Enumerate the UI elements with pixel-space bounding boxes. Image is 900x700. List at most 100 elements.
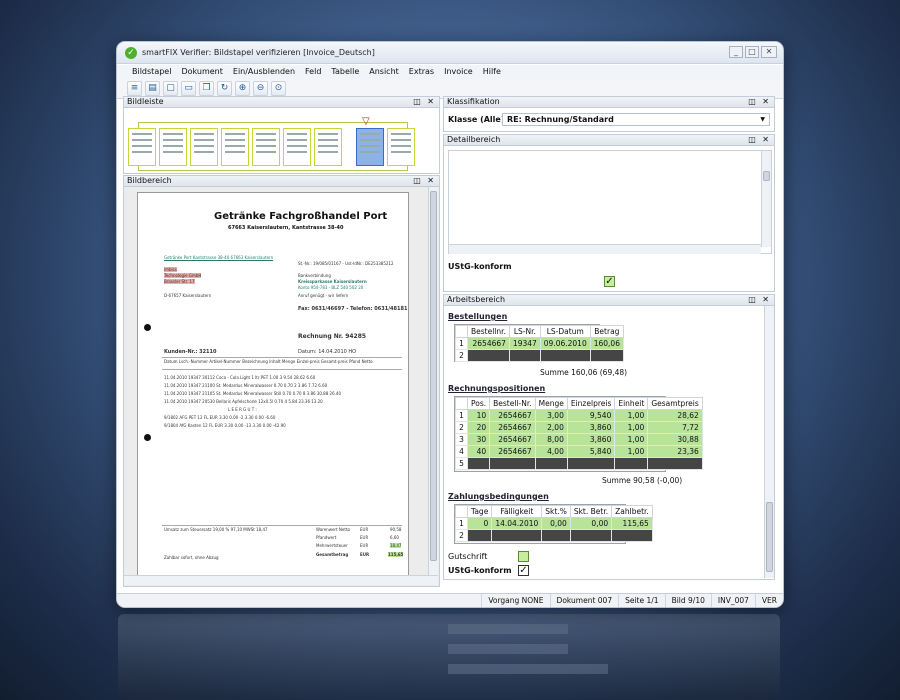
column-header[interactable]: Bestellnr. (467, 325, 510, 338)
image-scrollbar-horizontal[interactable] (124, 575, 438, 585)
table-cell[interactable]: 2654667 (489, 433, 536, 446)
table-cell[interactable]: 09.06.2010 (539, 337, 591, 350)
table-cell[interactable]: 2,00 (534, 421, 568, 434)
image-scrollbar-vertical[interactable] (428, 187, 438, 575)
column-header[interactable]: Skt.% (541, 505, 571, 518)
table-cell[interactable]: 20 (466, 421, 491, 434)
scrollbar-thumb[interactable] (766, 502, 773, 572)
table-cell[interactable] (541, 529, 571, 542)
zoom-out-icon[interactable]: ⊖ (253, 81, 268, 96)
klasse-select[interactable]: RE: Rechnung/Standard ▼ (502, 113, 770, 126)
table-cell[interactable] (508, 349, 541, 362)
table-cell[interactable]: 1,00 (614, 409, 649, 422)
panel-controls[interactable]: ◫ ✕ (748, 295, 771, 305)
column-header[interactable]: Einzelpreis (566, 397, 616, 410)
panel-controls[interactable]: ◫ ✕ (748, 97, 771, 107)
table-cell[interactable] (614, 457, 649, 470)
table-cell[interactable]: 2654667 (489, 445, 536, 458)
menu-invoice[interactable]: Invoice (439, 65, 478, 79)
scrollbar-thumb[interactable] (763, 171, 770, 181)
column-header[interactable]: Zahlbetr. (611, 505, 653, 518)
table-cell[interactable] (647, 457, 703, 470)
table-cell[interactable] (489, 457, 536, 470)
document-icon[interactable]: ▢ (163, 81, 178, 96)
column-header[interactable]: Bestell-Nr. (489, 397, 536, 410)
gutschrift-checkbox[interactable] (518, 551, 529, 562)
table-cell[interactable]: 2654667 (467, 337, 510, 350)
page-icon[interactable]: ▭ (181, 81, 196, 96)
table-cell[interactable] (466, 457, 491, 470)
stack-icon[interactable]: ≡ (127, 81, 142, 96)
menu-extras[interactable]: Extras (404, 65, 439, 79)
table-row[interactable]: 1 2654667 19347 09.06.2010 160,06 (455, 337, 624, 350)
table-row[interactable]: 5 (455, 457, 703, 470)
column-header[interactable]: Pos. (466, 397, 491, 410)
column-header[interactable]: LS-Nr. (508, 325, 541, 338)
menu-ansicht[interactable]: Ansicht (364, 65, 404, 79)
column-header[interactable]: Fälligkeit (491, 505, 543, 518)
menu-tabelle[interactable]: Tabelle (326, 65, 364, 79)
table-cell[interactable]: 0,00 (541, 517, 571, 530)
ustg-checkbox[interactable]: ✓ (604, 276, 615, 287)
menu-feld[interactable]: Feld (300, 65, 326, 79)
table-cell[interactable]: 30,88 (647, 433, 703, 446)
table-cell[interactable]: 9,540 (566, 409, 616, 422)
table-cell[interactable] (466, 529, 493, 542)
detail-scrollbar[interactable] (761, 151, 771, 247)
table-cell[interactable] (467, 349, 510, 362)
table-cell[interactable]: 0,00 (569, 517, 613, 530)
arbeitsbereich-scrollbar[interactable] (764, 306, 774, 578)
table-cell[interactable]: 1,00 (614, 445, 649, 458)
table-cell[interactable]: 1,00 (614, 421, 649, 434)
table-cell[interactable] (566, 457, 616, 470)
table-cell[interactable]: 160,06 (589, 337, 624, 350)
column-header[interactable]: Gesamtpreis (647, 397, 703, 410)
table-cell[interactable] (589, 349, 624, 362)
column-header[interactable]: Betrag (589, 325, 624, 338)
dropdown-arrow-icon[interactable]: ▼ (760, 114, 765, 125)
ustg-konform-checkbox[interactable]: ✓ (518, 565, 529, 576)
thumbnail[interactable] (128, 128, 156, 166)
table-row[interactable]: 1 0 14.04.2010 0,00 0,00 115,65 (455, 517, 653, 530)
panel-controls[interactable]: ◫ ✕ (413, 176, 436, 186)
column-header[interactable]: Menge (534, 397, 568, 410)
table-cell[interactable]: 23,36 (647, 445, 703, 458)
thumbnail[interactable] (190, 128, 218, 166)
table-row[interactable]: 2 20 2654667 2,00 3,860 1,00 7,72 (455, 421, 703, 434)
table-cell[interactable]: 10 (466, 409, 491, 422)
zoom-fit-icon[interactable]: ⊙ (271, 81, 286, 96)
thumbnail[interactable] (387, 128, 415, 166)
table-cell[interactable] (534, 457, 568, 470)
thumbnail-selected[interactable] (356, 128, 384, 166)
table-row[interactable]: 3 30 2654667 8,00 3,860 1,00 30,88 (455, 433, 703, 446)
scrollbar-thumb[interactable] (430, 191, 437, 561)
table-cell[interactable]: 30 (466, 433, 491, 446)
table-row[interactable]: 4 40 2654667 4,00 5,840 1,00 23,36 (455, 445, 703, 458)
table-cell[interactable]: 115,65 (611, 517, 653, 530)
table-cell[interactable]: 3,00 (534, 409, 568, 422)
invoice-image[interactable]: Getränke Fachgroßhandel Port 67663 Kaise… (138, 193, 408, 577)
table-cell[interactable] (539, 349, 591, 362)
column-header[interactable]: Skt. Betr. (569, 505, 613, 518)
table-row[interactable]: 2 (455, 529, 653, 542)
table-cell[interactable]: 40 (466, 445, 491, 458)
table-cell[interactable]: 4,00 (534, 445, 568, 458)
table-cell[interactable]: 7,72 (647, 421, 703, 434)
table-cell[interactable]: 3,860 (566, 433, 616, 446)
table-row[interactable]: 2 (455, 349, 624, 362)
column-header[interactable]: Tage (466, 505, 493, 518)
table-cell[interactable]: 2654667 (489, 409, 536, 422)
menu-bildstapel[interactable]: Bildstapel (127, 65, 176, 79)
thumbnail[interactable] (221, 128, 249, 166)
column-header[interactable]: LS-Datum (539, 325, 591, 338)
table-cell[interactable] (569, 529, 613, 542)
table-cell[interactable]: 8,00 (534, 433, 568, 446)
save-icon[interactable]: ▤ (145, 81, 160, 96)
thumbnail[interactable] (252, 128, 280, 166)
zoom-in-icon[interactable]: ⊕ (235, 81, 250, 96)
table-cell[interactable]: 0 (466, 517, 493, 530)
table-cell[interactable]: 2654667 (489, 421, 536, 434)
thumbnail[interactable] (283, 128, 311, 166)
table-cell[interactable]: 1,00 (614, 433, 649, 446)
menu-hilfe[interactable]: Hilfe (478, 65, 506, 79)
